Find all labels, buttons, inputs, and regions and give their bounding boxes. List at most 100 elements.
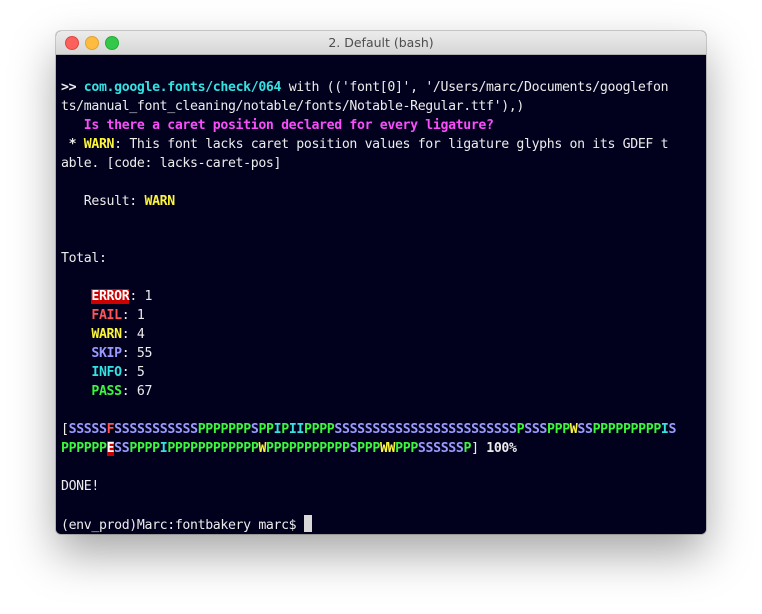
warn-message-2: able. [code: lacks-caret-pos] <box>61 156 282 171</box>
progress-char: P <box>281 422 289 437</box>
progress-char: P <box>266 441 274 456</box>
fail-label: FAIL <box>91 308 122 323</box>
shell-prompt-line[interactable]: (env_prod)Marc:fontbakery marc$ <box>61 515 706 534</box>
warn-bullet: * <box>61 137 84 152</box>
error-label: ERROR <box>91 289 130 304</box>
fail-count: : 1 <box>121 308 145 323</box>
progress-char: S <box>668 422 677 437</box>
progress-char: P <box>243 422 251 437</box>
progress-char: P <box>600 422 608 437</box>
progress-char: P <box>622 422 631 437</box>
progress-char: P <box>220 422 229 437</box>
progress-char: W <box>387 441 396 456</box>
progress-char: S <box>98 422 107 437</box>
skip-count: : 55 <box>121 346 153 361</box>
progress-char: P <box>319 422 327 437</box>
progress-char: S <box>334 422 342 437</box>
progress-char: P <box>182 441 191 456</box>
progress-sequence-1: SSSSSFSSSSSSSSSSSPPPPPPPSPPIPIIPPPPSSSSS… <box>69 422 677 437</box>
progress-char: S <box>379 422 388 437</box>
progress-char: P <box>136 441 145 456</box>
warn-label: WARN <box>83 137 115 152</box>
progress-char: S <box>417 441 426 456</box>
progress-char: S <box>433 441 441 456</box>
result-label: Result: <box>61 194 145 209</box>
progress-char: P <box>266 422 274 437</box>
result-line: Result: WARN <box>61 192 706 211</box>
progress-char: S <box>387 422 396 437</box>
progress-char: P <box>144 441 153 456</box>
result-value: WARN <box>144 194 176 209</box>
progress-char: S <box>174 422 183 437</box>
check-question: Is there a caret position declared for e… <box>61 116 706 135</box>
command-args-1: with (('font[0]', '/Users/marc/Documents… <box>281 80 669 95</box>
command-prompt-marker: >> <box>61 80 84 95</box>
progress-char: S <box>448 422 456 437</box>
terminal-output[interactable]: >> com.google.fonts/check/064 with (('fo… <box>56 55 706 534</box>
info-label: INFO <box>91 365 122 380</box>
total-info-row: INFO: 5 <box>61 363 706 382</box>
progress-char: P <box>281 441 289 456</box>
progress-char: P <box>395 441 403 456</box>
progress-char: P <box>334 441 342 456</box>
progress-char: P <box>410 441 418 456</box>
progress-char: S <box>341 422 350 437</box>
progress-char: P <box>129 441 137 456</box>
progress-char: S <box>136 422 145 437</box>
progress-char: W <box>379 441 388 456</box>
total-heading: Total: <box>61 249 706 268</box>
progress-char: P <box>615 422 623 437</box>
progress-char: S <box>486 422 494 437</box>
pass-label: PASS <box>91 384 122 399</box>
progress-char: S <box>182 422 191 437</box>
progress-char: S <box>448 441 456 456</box>
progress-percent: 100% <box>478 441 517 456</box>
total-error-row: ERROR: 1 <box>61 287 706 306</box>
progress-char: P <box>562 422 570 437</box>
progress-char: S <box>501 422 510 437</box>
progress-char: P <box>205 422 213 437</box>
window-title: 2. Default (bash) <box>328 35 434 50</box>
error-count: : 1 <box>129 289 153 304</box>
progress-char: S <box>395 422 403 437</box>
progress-char: S <box>524 422 532 437</box>
warn-message-1: : This font lacks caret position values … <box>114 137 669 152</box>
progress-char: P <box>228 422 236 437</box>
title-bar[interactable]: 2. Default (bash) <box>56 31 706 55</box>
progress-char: S <box>509 422 517 437</box>
progress-char: S <box>471 422 479 437</box>
progress-char: I <box>660 422 669 437</box>
progress-char: P <box>98 441 107 456</box>
progress-char: P <box>220 441 229 456</box>
check-id: com.google.fonts/check/064 <box>83 80 282 95</box>
progress-char: P <box>174 441 183 456</box>
progress-char: P <box>228 441 236 456</box>
progress-char: S <box>584 422 593 437</box>
progress-char: S <box>357 422 365 437</box>
command-line-2: ts/manual_font_cleaning/notable/fonts/No… <box>61 97 706 116</box>
progress-char: P <box>304 422 312 437</box>
progress-char: P <box>304 441 312 456</box>
total-warn-row: WARN: 4 <box>61 325 706 344</box>
progress-char: P <box>653 422 661 437</box>
progress-char: P <box>547 422 555 437</box>
total-label: Total: <box>61 251 107 266</box>
progress-char: S <box>152 422 160 437</box>
progress-char: S <box>433 422 441 437</box>
progress-char: S <box>577 422 585 437</box>
progress-close-bracket: ] <box>471 441 479 456</box>
pass-count: : 67 <box>121 384 153 399</box>
progress-char: P <box>463 441 472 456</box>
progress-char: P <box>296 441 304 456</box>
progress-char: W <box>258 441 267 456</box>
total-pass-row: PASS: 67 <box>61 382 706 401</box>
terminal-window: 2. Default (bash) >> com.google.fonts/ch… <box>56 31 706 534</box>
progress-char: P <box>243 441 251 456</box>
warn-line-1: * WARN: This font lacks caret position v… <box>61 135 706 154</box>
progress-char: S <box>425 441 434 456</box>
